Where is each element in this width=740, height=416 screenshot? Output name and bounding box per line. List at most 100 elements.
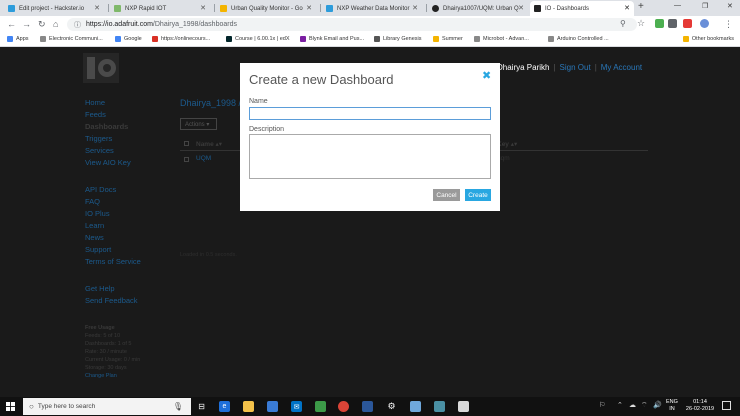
windows-start-icon[interactable] bbox=[6, 402, 15, 411]
close-window-icon[interactable]: ✕ bbox=[727, 2, 733, 10]
nav-services[interactable]: Services bbox=[85, 146, 114, 155]
extension-icon[interactable] bbox=[683, 19, 692, 28]
create-dashboard-modal: Create a new Dashboard ✖ Name Descriptio… bbox=[240, 63, 500, 211]
nav-view-aio-key[interactable]: View AIO Key bbox=[85, 158, 131, 167]
actions-dropdown[interactable]: Actions ▾ bbox=[180, 118, 217, 130]
nav-news[interactable]: News bbox=[85, 233, 104, 242]
nav-send-feedback[interactable]: Send Feedback bbox=[85, 296, 138, 305]
bookmark-blynk[interactable]: Blynk Email and Pus... bbox=[300, 36, 364, 42]
task-view-icon[interactable]: ⊟ bbox=[196, 401, 207, 412]
adafruit-io-icon bbox=[534, 5, 541, 12]
app-icon[interactable] bbox=[458, 401, 469, 412]
edge-icon[interactable]: e bbox=[219, 401, 230, 412]
tab-title: IO - Dashboards bbox=[545, 5, 590, 12]
nav-get-help[interactable]: Get Help bbox=[85, 284, 115, 293]
nav-terms[interactable]: Terms of Service bbox=[85, 257, 141, 266]
modal-title: Create a new Dashboard bbox=[249, 72, 394, 87]
bookmark-star-icon[interactable]: ☆ bbox=[637, 18, 645, 29]
change-plan-link[interactable]: Change Plan bbox=[85, 372, 140, 380]
column-name[interactable]: Name ▴▾ bbox=[196, 140, 222, 148]
back-icon[interactable]: ← bbox=[7, 19, 16, 29]
microphone-icon[interactable]: 🎙 bbox=[173, 402, 183, 411]
settings-gear-icon[interactable]: ⚙ bbox=[386, 401, 397, 412]
mail-icon[interactable]: ✉ bbox=[291, 401, 302, 412]
browser-tab-nxp-weather[interactable]: NXP Weather Data Monitor ✕ bbox=[322, 1, 422, 16]
nav-support[interactable]: Support bbox=[85, 245, 111, 254]
page-icon bbox=[152, 36, 158, 42]
row-checkbox[interactable] bbox=[184, 157, 189, 162]
nav-triggers[interactable]: Triggers bbox=[85, 134, 112, 143]
site-info-icon[interactable]: ⓘ bbox=[74, 20, 81, 30]
chrome-icon[interactable] bbox=[338, 401, 349, 412]
blynk-icon bbox=[300, 36, 306, 42]
breadcrumb[interactable]: Dhairya_1998 / bbox=[180, 98, 241, 108]
my-account-link[interactable]: My Account bbox=[601, 63, 642, 72]
bookmark-edx[interactable]: Course | 6.00.1x | edX bbox=[226, 36, 290, 42]
name-input[interactable] bbox=[249, 107, 491, 120]
nav-faq[interactable]: FAQ bbox=[85, 197, 100, 206]
browser-tab-github[interactable]: Dhairya1007/UQM: Urban Q ✕ bbox=[428, 1, 528, 16]
forward-icon[interactable]: → bbox=[22, 19, 31, 29]
extension-icon[interactable] bbox=[668, 19, 677, 28]
extension-icon[interactable] bbox=[655, 19, 664, 28]
bookmark-microbot[interactable]: Microbot - Advan... bbox=[474, 36, 529, 42]
close-tab-icon[interactable]: ✕ bbox=[94, 4, 100, 12]
column-key[interactable]: Key ▴▾ bbox=[497, 140, 517, 148]
bookmark-google[interactable]: Google bbox=[115, 36, 142, 42]
nav-home[interactable]: Home bbox=[85, 98, 105, 107]
search-icon[interactable]: ⚲ bbox=[620, 19, 626, 28]
wifi-icon[interactable]: ⌔ bbox=[641, 401, 648, 410]
close-icon[interactable]: ✖ bbox=[482, 69, 491, 82]
bookmark-label: Course | 6.00.1x | edX bbox=[235, 36, 290, 42]
bookmark-onlinecourses[interactable]: https://onlinecours... bbox=[152, 36, 210, 42]
volume-icon[interactable]: 🔊 bbox=[653, 401, 662, 409]
chevron-up-icon[interactable]: ⌃ bbox=[617, 401, 623, 409]
close-tab-icon[interactable]: ✕ bbox=[412, 4, 418, 12]
language-indicator[interactable]: ENG IN bbox=[666, 399, 678, 413]
browser-tab-nxp-rapid[interactable]: NXP Rapid IOT ✕ bbox=[110, 1, 210, 16]
home-icon[interactable]: ⌂ bbox=[53, 19, 58, 29]
bookmark-apps[interactable]: Apps bbox=[7, 36, 29, 42]
bookmark-summer[interactable]: Summer bbox=[433, 36, 463, 42]
browser-tab-urban-quality[interactable]: Urban Quality Monitor - Go ✕ bbox=[216, 1, 316, 16]
photos-icon[interactable] bbox=[434, 401, 445, 412]
close-tab-icon[interactable]: ✕ bbox=[306, 4, 312, 12]
close-tab-icon[interactable]: ✕ bbox=[624, 4, 630, 12]
restore-icon[interactable]: ❐ bbox=[702, 2, 708, 10]
sign-out-link[interactable]: Sign Out bbox=[560, 63, 591, 72]
browser-tab-io-dashboards[interactable]: IO - Dashboards ✕ bbox=[530, 1, 634, 16]
app-icon[interactable] bbox=[410, 401, 421, 412]
vscode-icon[interactable] bbox=[362, 401, 373, 412]
other-bookmarks[interactable]: Other bookmarks bbox=[682, 36, 734, 42]
nav-api-docs[interactable]: API Docs bbox=[85, 185, 116, 194]
file-explorer-icon[interactable] bbox=[243, 401, 254, 412]
cloud-icon[interactable]: ☁ bbox=[629, 401, 636, 409]
address-bar[interactable]: ⓘ https://io.adafruit.com/Dhairya_1998/d… bbox=[67, 18, 637, 31]
minimize-icon[interactable]: — bbox=[674, 2, 681, 9]
clock[interactable]: 01:14 26-02-2019 bbox=[683, 399, 717, 413]
nav-dashboards[interactable]: Dashboards bbox=[85, 122, 128, 131]
dashboard-name-link[interactable]: UQM bbox=[196, 155, 211, 162]
reload-icon[interactable]: ↻ bbox=[38, 19, 46, 30]
people-icon[interactable]: ⚐ bbox=[599, 401, 605, 409]
nav-feeds[interactable]: Feeds bbox=[85, 110, 106, 119]
description-textarea[interactable] bbox=[249, 134, 491, 179]
taskbar-search[interactable]: ○ Type here to search 🎙 bbox=[23, 398, 191, 415]
nav-learn[interactable]: Learn bbox=[85, 221, 104, 230]
bookmark-electronic[interactable]: Electronic Communi... bbox=[40, 36, 103, 42]
app-icon[interactable] bbox=[315, 401, 326, 412]
browser-tab-hackster[interactable]: Edit project - Hackster.io ✕ bbox=[4, 1, 104, 16]
bookmark-libgen[interactable]: Library Genesis bbox=[374, 36, 422, 42]
nav-io-plus[interactable]: IO Plus bbox=[85, 209, 110, 218]
menu-kebab-icon[interactable]: ⋮ bbox=[724, 19, 733, 30]
store-icon[interactable] bbox=[267, 401, 278, 412]
profile-avatar-icon[interactable] bbox=[700, 19, 709, 28]
close-tab-icon[interactable]: ✕ bbox=[518, 4, 524, 12]
close-tab-icon[interactable]: ✕ bbox=[200, 4, 206, 12]
notifications-icon[interactable] bbox=[722, 401, 731, 410]
select-all-checkbox[interactable] bbox=[184, 141, 189, 146]
new-tab-icon[interactable]: + bbox=[638, 1, 644, 12]
bookmark-arduino[interactable]: Arduino Controlled ... bbox=[548, 36, 609, 42]
cancel-button[interactable]: Cancel bbox=[433, 189, 460, 201]
create-button[interactable]: Create bbox=[465, 189, 491, 201]
